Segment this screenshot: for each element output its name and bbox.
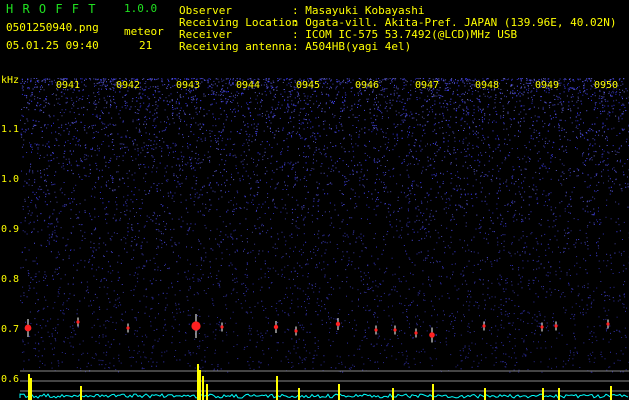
meteor-echo-core	[191, 321, 201, 331]
app-title: H R O F F T	[6, 2, 97, 16]
signal-spike	[30, 378, 32, 400]
meteor-echo-core	[24, 324, 32, 332]
time-tick-0941: 0941	[56, 80, 81, 91]
signal-spike	[610, 386, 612, 400]
freq-tick-0-8: 0.8	[1, 274, 20, 285]
meteor-count: 21	[139, 39, 153, 52]
signal-trace	[19, 393, 629, 399]
signal-spike	[338, 384, 340, 400]
spectrogram-canvas	[19, 78, 629, 400]
freq-tick-0-7: 0.7	[1, 324, 20, 335]
meteor-echo-core	[429, 332, 435, 338]
signal-spike	[28, 374, 30, 400]
unit-label: kHz	[1, 75, 20, 86]
meteor-label: meteor	[124, 25, 164, 38]
signal-spike	[542, 388, 544, 400]
time-tick-0948: 0948	[475, 80, 500, 91]
meteor-echo-core	[554, 324, 558, 328]
freq-tick-0-6: 0.6	[1, 374, 20, 385]
meteor-echo-core	[374, 328, 378, 332]
noise-field	[20, 78, 629, 373]
meteor-echo-core	[482, 324, 486, 328]
meteor-echo-core	[220, 325, 224, 329]
freq-tick-1-0: 1.0	[1, 174, 20, 185]
meteor-echo-core	[540, 325, 544, 329]
signal-spike	[432, 384, 434, 400]
signal-spike	[197, 364, 199, 400]
time-tick-0944: 0944	[236, 80, 261, 91]
meteor-echo-core	[76, 320, 80, 324]
meteor-echo-core	[335, 321, 341, 327]
time-tick-0946: 0946	[355, 80, 380, 91]
time-tick-0945: 0945	[296, 80, 321, 91]
meteor-echo-core	[126, 326, 130, 330]
signal-spike	[80, 386, 82, 400]
signal-spike	[484, 388, 486, 400]
time-tick-0942: 0942	[116, 80, 141, 91]
signal-spike	[392, 388, 394, 400]
time-tick-0943: 0943	[176, 80, 201, 91]
meteor-echo-core	[294, 329, 298, 333]
signal-spike	[558, 388, 560, 400]
filename: 0501250940.png	[6, 21, 99, 34]
info-value-antenna: : A504HB(yagi 4el)	[292, 40, 412, 53]
freq-tick-0-9: 0.9	[1, 224, 20, 235]
datetime: 05.01.25 09:40	[6, 39, 99, 52]
signal-spike	[199, 370, 201, 400]
signal-spike	[298, 388, 300, 400]
meteor-echo-core	[606, 322, 610, 326]
app-version: 1.0.0	[124, 2, 158, 15]
signal-spike	[202, 376, 204, 400]
signal-spike	[206, 384, 208, 400]
meteor-echo-core	[414, 331, 418, 335]
meteor-echo-core	[393, 328, 397, 332]
meteor-echo-core	[273, 324, 279, 330]
time-tick-0947: 0947	[415, 80, 440, 91]
time-tick-0949: 0949	[535, 80, 560, 91]
info-key-antenna: Receiving antenna	[179, 40, 292, 53]
time-tick-0950: 0950	[594, 80, 619, 91]
signal-spike	[276, 376, 278, 400]
freq-tick-1-1: 1.1	[1, 124, 20, 135]
